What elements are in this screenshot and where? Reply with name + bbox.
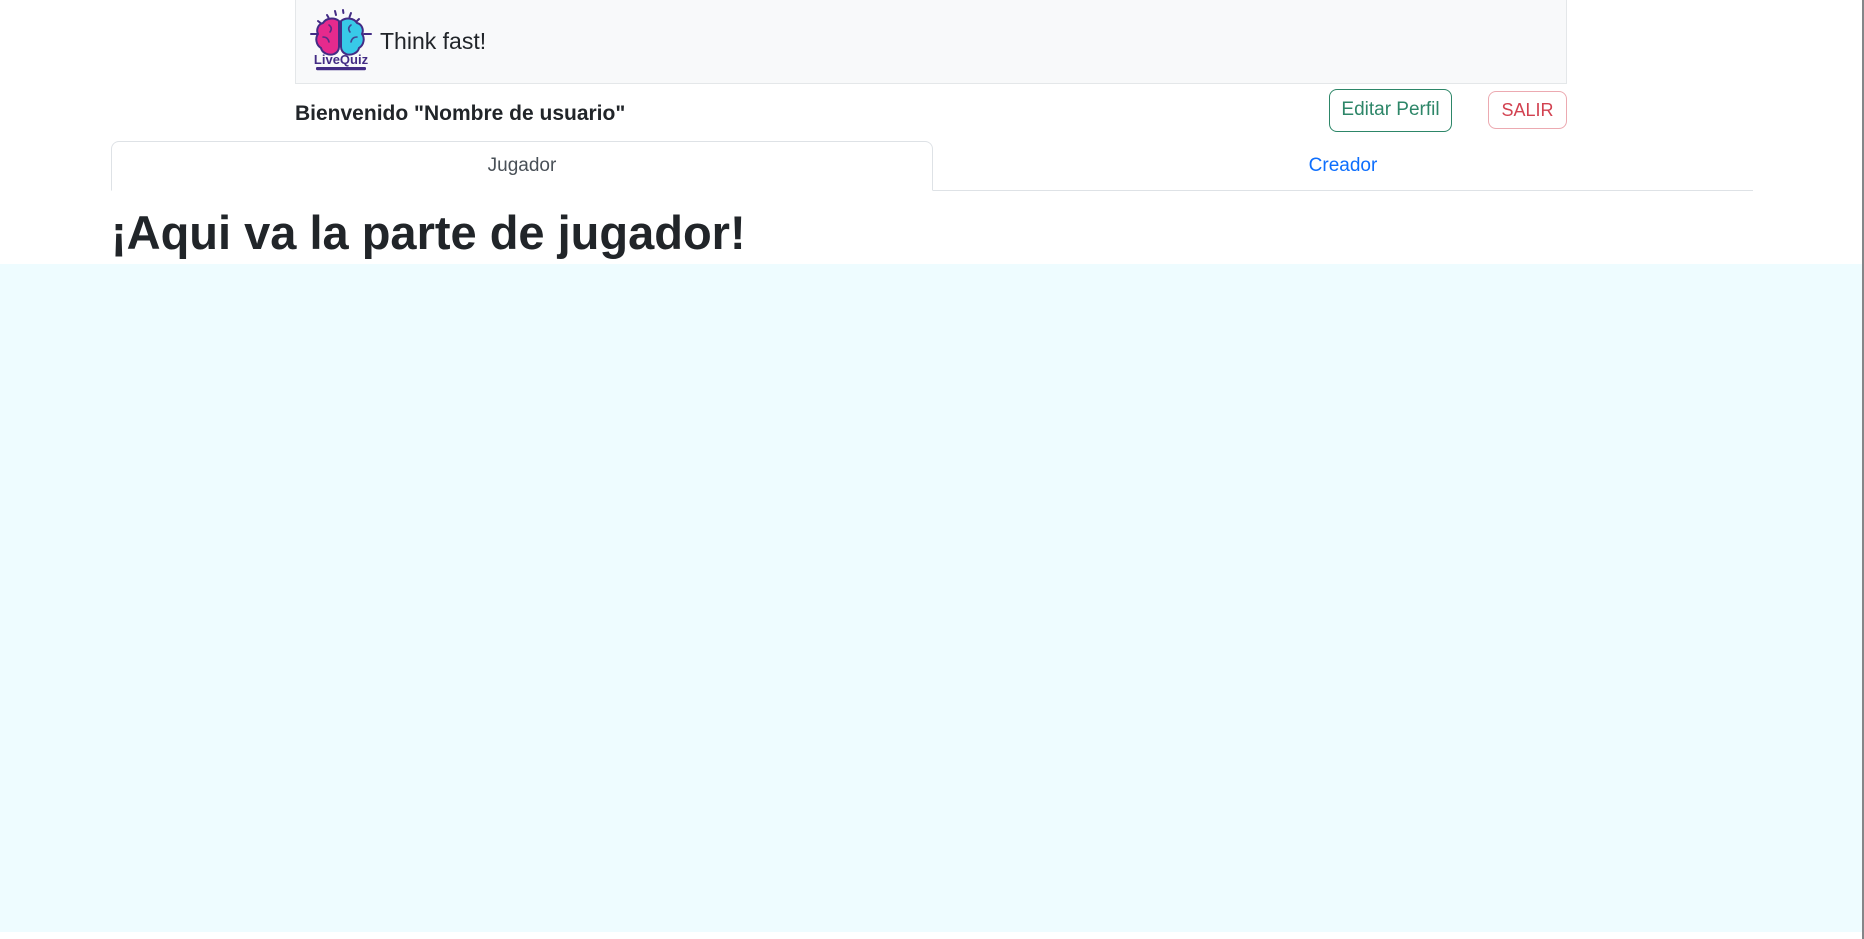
logout-button[interactable]: SALIR xyxy=(1488,91,1567,129)
brain-logo-icon: LiveQuiz xyxy=(308,7,374,71)
brand-header: LiveQuiz Think fast! xyxy=(295,0,1567,84)
page-title: ¡Aqui va la parte de jugador! xyxy=(111,205,746,261)
tab-jugador[interactable]: Jugador xyxy=(111,141,933,191)
livequiz-logo[interactable]: LiveQuiz xyxy=(308,7,374,71)
main-tab-bar: Jugador Creador xyxy=(111,141,1753,191)
user-bar: Bienvenido "Nombre de usuario" Editar Pe… xyxy=(295,84,1567,136)
edit-profile-button[interactable]: Editar Perfil xyxy=(1329,89,1452,132)
brand-name: LiveQuiz xyxy=(314,52,369,67)
player-panel xyxy=(0,264,1864,932)
app-tagline: Think fast! xyxy=(380,28,486,55)
welcome-message: Bienvenido "Nombre de usuario" xyxy=(295,102,625,126)
account-actions: Editar Perfil SALIR xyxy=(1329,84,1567,136)
tab-creador[interactable]: Creador xyxy=(933,141,1753,191)
